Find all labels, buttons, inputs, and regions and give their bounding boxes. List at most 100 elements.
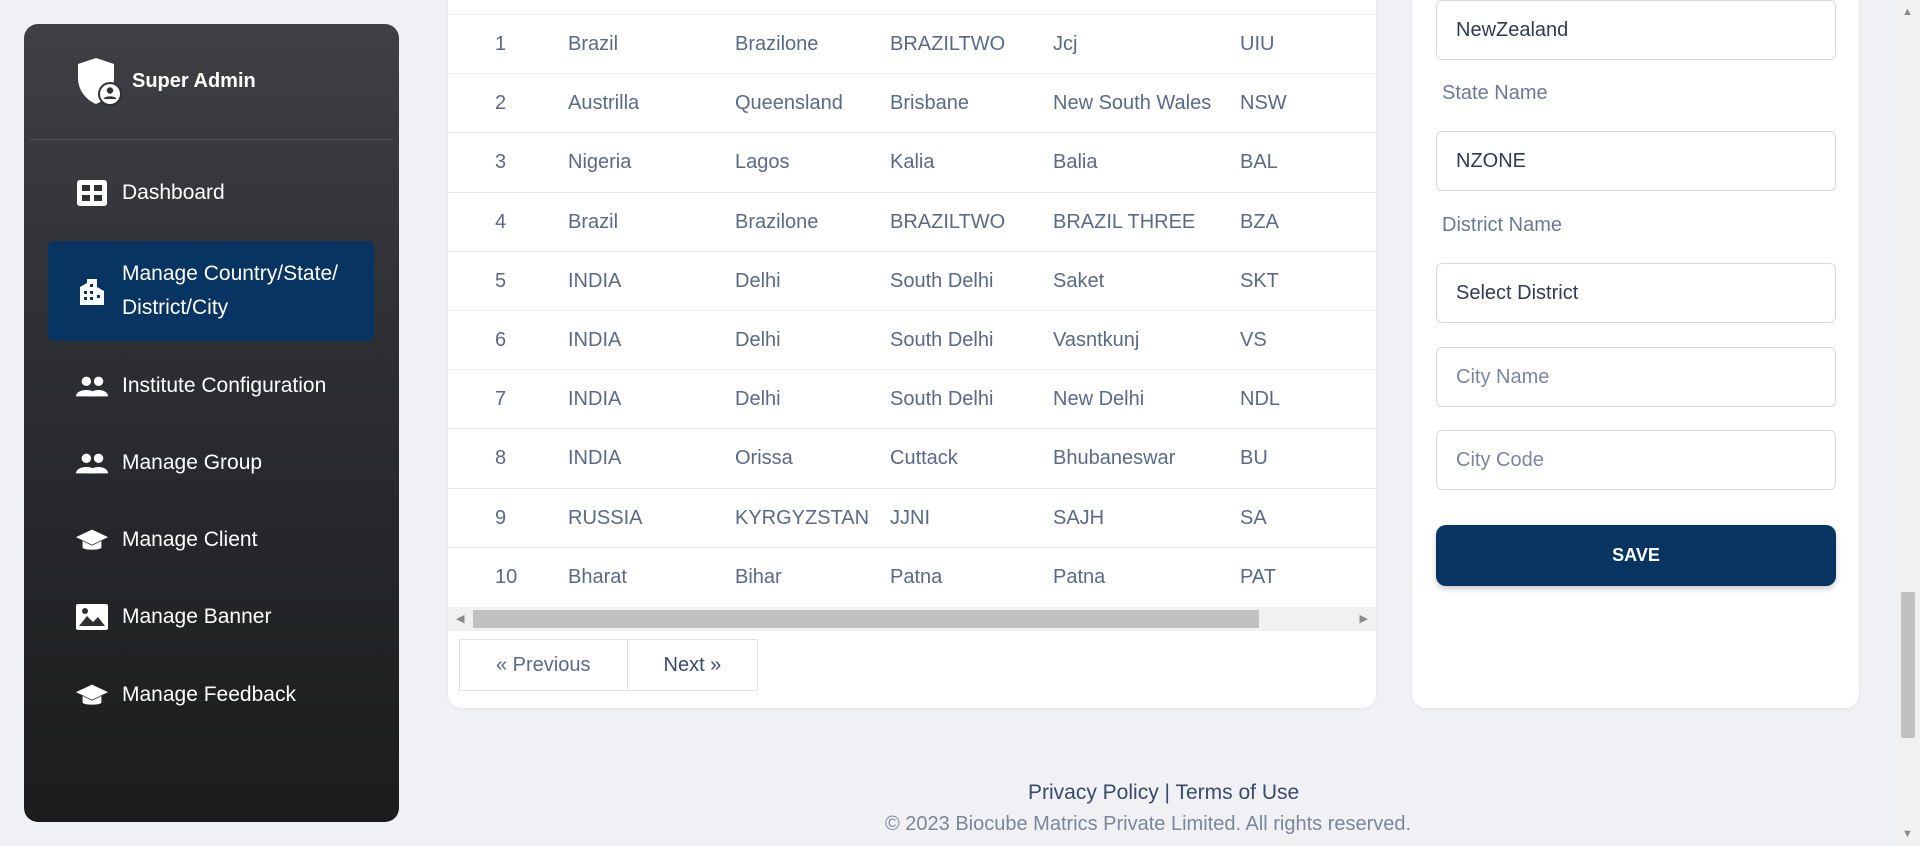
district-cell: Brisbane [890, 92, 969, 115]
users-icon [76, 372, 108, 400]
code-cell: VS [1240, 329, 1267, 351]
district-cell: BRAZILTWO [890, 33, 1006, 55]
footer-links: Privacy Policy | Terms of Use [1028, 781, 1299, 805]
country-cell: Brazil [568, 210, 619, 233]
sidebar-item-institute-configuration[interactable]: Institute Configuration [48, 360, 374, 412]
code-cell: PAT [1240, 565, 1276, 588]
city-name-input[interactable] [1436, 347, 1836, 407]
state-cell: Delhi [735, 269, 781, 292]
previous-page-button[interactable]: « Previous [459, 639, 628, 691]
sidebar-item-label: Manage Feedback [122, 683, 296, 706]
sidebar-item-manage-feedback[interactable]: Manage Feedback [48, 669, 374, 721]
scrollbar-thumb[interactable] [473, 610, 1259, 628]
city-cell: Balia [1053, 151, 1098, 174]
district-select-value: Select District [1456, 281, 1579, 304]
scrollbar-thumb[interactable] [1901, 592, 1915, 738]
state-name-label: State Name [1442, 82, 1548, 104]
country-cell: INDIA [568, 388, 622, 411]
sidebar-item-dashboard[interactable]: Dashboard [48, 167, 374, 219]
state-cell: Orissa [735, 447, 793, 470]
next-page-button[interactable]: Next » [627, 639, 759, 691]
district-cell: Patna [890, 565, 943, 588]
state-cell: Brazilone [735, 33, 819, 55]
graduation-cap-icon [76, 681, 108, 709]
terms-of-use-link[interactable]: Terms of Use [1175, 781, 1299, 804]
state-select-value: NZONE [1456, 149, 1526, 172]
state-select[interactable]: NZONE [1436, 131, 1836, 191]
footer-separator: | [1164, 781, 1171, 804]
scroll-down-icon[interactable]: ▼ [1902, 828, 1913, 840]
sidebar-item-manage-group[interactable]: Manage Group [48, 437, 374, 489]
district-cell: South Delhi [890, 329, 994, 351]
city-cell: Jcj [1053, 33, 1078, 55]
country-cell: Austrilla [568, 92, 640, 115]
city-cell: BRAZIL THREE [1053, 210, 1196, 233]
row-number-cell: 10 [495, 565, 518, 588]
city-form-card: NewZealand State Name NZONE District Nam… [1412, 0, 1859, 708]
brand-title: Super Admin [132, 70, 256, 92]
code-cell: SA [1240, 506, 1267, 529]
city-cell: Patna [1053, 565, 1106, 588]
country-select[interactable]: NewZealand [1436, 0, 1836, 60]
code-cell: SKT [1240, 269, 1279, 292]
vertical-scrollbar[interactable]: ▲ ▼ [1896, 0, 1920, 846]
graduation-cap-icon [76, 526, 108, 554]
country-cell: Bharat [568, 565, 627, 588]
copyright-text: © 2023 Biocube Matrics Private Limited. … [885, 813, 1412, 835]
district-name-label: District Name [1442, 214, 1563, 236]
city-code-input[interactable] [1436, 430, 1836, 490]
sidebar-item-label: Manage Group [122, 451, 263, 474]
sidebar-item-manage-country[interactable]: Manage Country/State/ District/City [48, 241, 374, 341]
country-cell: Brazil [568, 33, 619, 55]
table-row: 5 INDIA Delhi South Delhi Saket SKT [448, 250, 1376, 310]
horizontal-scrollbar[interactable]: ◀ ▶ [448, 607, 1376, 631]
privacy-policy-link[interactable]: Privacy Policy [1028, 781, 1159, 804]
table-row: 1 Brazil Brazilone BRAZILTWO Jcj UIU [448, 14, 1376, 73]
city-cell: Saket [1053, 269, 1105, 292]
row-number-cell: 3 [495, 151, 507, 174]
sidebar-item-label: Manage Client [122, 528, 258, 551]
scroll-right-icon[interactable]: ▶ [1360, 612, 1368, 625]
location-table-card: 1 Brazil Brazilone BRAZILTWO Jcj UIU 2 Austrill… [448, 0, 1376, 708]
country-cell: INDIA [568, 269, 622, 292]
code-cell: NSW [1240, 92, 1287, 115]
code-cell: BZA [1240, 210, 1279, 233]
district-cell: Kalia [890, 151, 935, 174]
building-icon [76, 277, 108, 305]
row-number-cell: 8 [495, 447, 507, 470]
scroll-up-icon[interactable]: ▲ [1902, 6, 1913, 18]
dashboard-icon [76, 179, 108, 207]
sidebar-item-label: Dashboard [122, 181, 225, 204]
city-cell: New Delhi [1053, 388, 1145, 411]
image-icon [76, 603, 108, 631]
save-button[interactable]: SAVE [1436, 525, 1836, 586]
state-cell: Lagos [735, 151, 790, 174]
code-cell: BAL [1240, 151, 1278, 174]
city-cell: SAJH [1053, 506, 1105, 529]
table-row: 10 Bharat Bihar Patna Patna PAT [448, 546, 1376, 606]
row-number-cell: 6 [495, 329, 507, 351]
sidebar-item-manage-banner[interactable]: Manage Banner [48, 591, 374, 643]
table-row: 9 RUSSIA KYRGYZSTAN JJNI SAJH SA [448, 487, 1376, 547]
state-cell: Delhi [735, 388, 781, 411]
country-cell: Nigeria [568, 151, 632, 174]
row-number-cell: 1 [495, 33, 507, 55]
table-row: 8 INDIA Orissa Cuttack Bhubaneswar BU [448, 428, 1376, 487]
users-icon [76, 449, 108, 477]
code-cell: UIU [1240, 33, 1275, 55]
district-cell: South Delhi [890, 388, 994, 411]
sidebar-item-manage-client[interactable]: Manage Client [48, 514, 374, 566]
city-cell: Vasntkunj [1053, 329, 1140, 351]
district-select[interactable]: Select District [1436, 263, 1836, 323]
district-cell: Cuttack [890, 447, 958, 470]
scroll-left-icon[interactable]: ◀ [456, 612, 464, 625]
state-cell: Queensland [735, 92, 843, 115]
sidebar-item-label: Manage Banner [122, 605, 272, 628]
sidebar-brand: Super Admin [30, 24, 393, 140]
row-number-cell: 2 [495, 92, 507, 115]
sidebar: Super Admin Dashboard Manage Country/Sta… [24, 24, 399, 822]
city-cell: Bhubaneswar [1053, 447, 1176, 470]
table-row: 6 INDIA Delhi South Delhi Vasntkunj VS [448, 310, 1376, 369]
district-cell: BRAZILTWO [890, 210, 1006, 233]
code-cell: BU [1240, 447, 1268, 470]
